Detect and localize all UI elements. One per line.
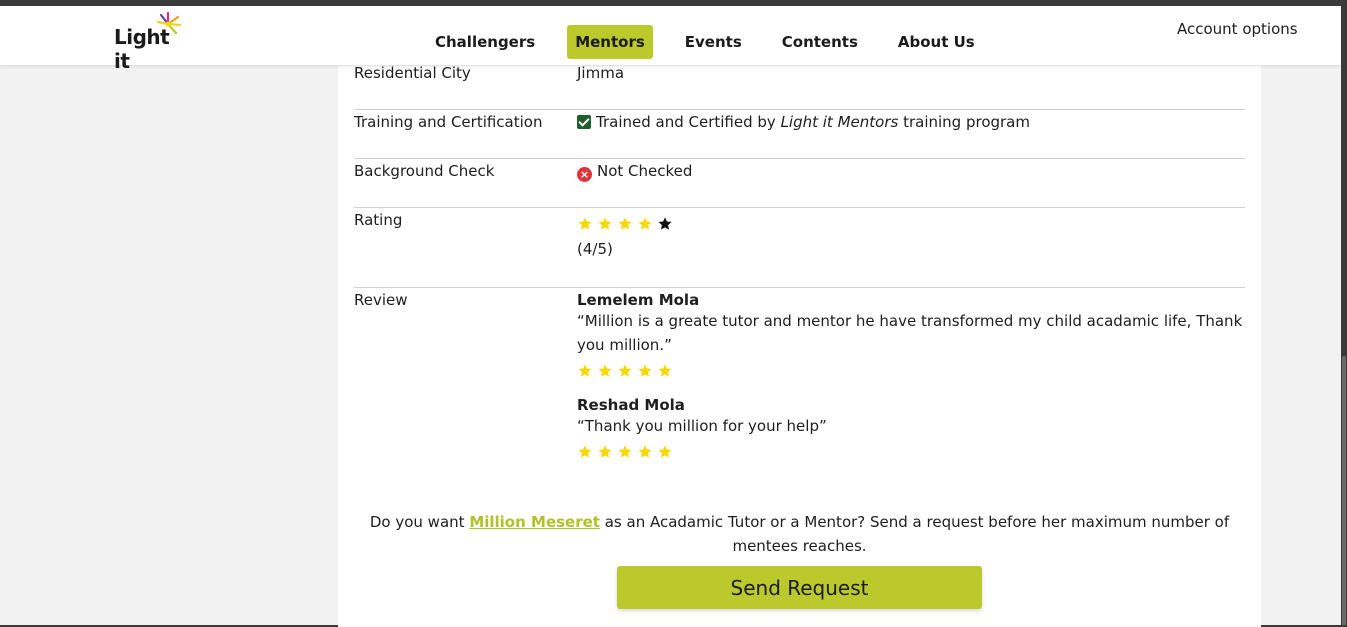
checkbox-checked-icon <box>577 115 591 129</box>
rating-text: (4/5) <box>577 240 613 258</box>
rating-value: (4/5) <box>577 216 673 258</box>
review-stars <box>577 363 1245 379</box>
site-header: Light it Challengers Mentors Events Cont… <box>0 6 1341 73</box>
star-filled-icon <box>638 445 652 458</box>
star-filled-icon <box>638 364 652 377</box>
rating-stars <box>577 216 673 232</box>
review-stars <box>577 444 1245 460</box>
star-filled-icon <box>618 364 632 377</box>
error-x-icon: × <box>577 167 592 182</box>
review-item: Lemelem Mola “Million is a greate tutor … <box>577 291 1245 379</box>
background-check-label: Background Check <box>354 162 495 180</box>
logo[interactable]: Light it <box>114 11 184 73</box>
star-filled-icon <box>618 445 632 458</box>
star-filled-icon <box>578 364 592 377</box>
row-review: Review Lemelem Mola “Million is a greate… <box>354 288 1245 488</box>
account-options-button[interactable]: Account options <box>1177 20 1298 38</box>
training-program-name: Light it Mentors <box>780 113 899 131</box>
row-background-check: Background Check × Not Checked <box>354 159 1245 208</box>
row-training: Training and Certification Trained and C… <box>354 110 1245 159</box>
review-item: Reshad Mola “Thank you million for your … <box>577 396 1245 460</box>
vertical-scrollbar[interactable] <box>1341 6 1347 627</box>
review-text: “Thank you million for your help” <box>577 417 827 435</box>
star-filled-icon <box>658 364 672 377</box>
star-filled-icon <box>638 217 652 230</box>
star-filled-icon <box>578 445 592 458</box>
mentor-name-link[interactable]: Million Meseret <box>469 513 600 531</box>
reviewer-name: Reshad Mola <box>577 396 685 414</box>
background-check-status: Not Checked <box>597 162 693 180</box>
nav-mentors[interactable]: Mentors <box>567 25 653 59</box>
star-filled-icon <box>598 364 612 377</box>
residential-city-label: Residential City <box>354 64 471 82</box>
nav-events[interactable]: Events <box>677 25 750 59</box>
row-residential-city: Residential City Jimma <box>354 64 1245 110</box>
training-label: Training and Certification <box>354 113 543 131</box>
mentor-profile-card: Residential City Jimma Training and Cert… <box>338 6 1261 627</box>
star-empty-icon <box>658 217 672 230</box>
nav-about-us[interactable]: About Us <box>890 25 983 59</box>
request-prompt: Do you want Million Meseret as an Acadam… <box>354 510 1245 558</box>
main-nav: Challengers Mentors Events Contents Abou… <box>415 23 995 61</box>
request-prompt-prefix: Do you want <box>369 513 470 531</box>
row-rating: Rating (4/5) <box>354 208 1245 288</box>
reviewer-name: Lemelem Mola <box>577 291 700 309</box>
star-filled-icon <box>618 217 632 230</box>
nav-challengers[interactable]: Challengers <box>427 25 543 59</box>
review-text: “Million is a greate tutor and mentor he… <box>577 312 1243 354</box>
residential-city-value: Jimma <box>577 64 625 82</box>
training-prefix: Trained and Certified by <box>596 113 781 131</box>
training-suffix: training program <box>898 113 1030 131</box>
star-filled-icon <box>598 445 612 458</box>
reviews-list: Lemelem Mola “Million is a greate tutor … <box>577 291 1245 460</box>
star-filled-icon <box>658 445 672 458</box>
background-check-value: × Not Checked <box>577 162 692 182</box>
training-value: Trained and Certified by Light it Mentor… <box>577 113 1030 131</box>
star-filled-icon <box>598 217 612 230</box>
star-filled-icon <box>578 217 592 230</box>
request-prompt-suffix: as an Acadamic Tutor or a Mentor? Send a… <box>599 513 1230 555</box>
scrollbar-thumb[interactable] <box>1342 356 1346 626</box>
rating-label: Rating <box>354 211 403 229</box>
nav-contents[interactable]: Contents <box>774 25 866 59</box>
sparkle-icon <box>156 11 182 35</box>
review-label: Review <box>354 291 408 309</box>
send-request-button[interactable]: Send Request <box>617 566 982 609</box>
